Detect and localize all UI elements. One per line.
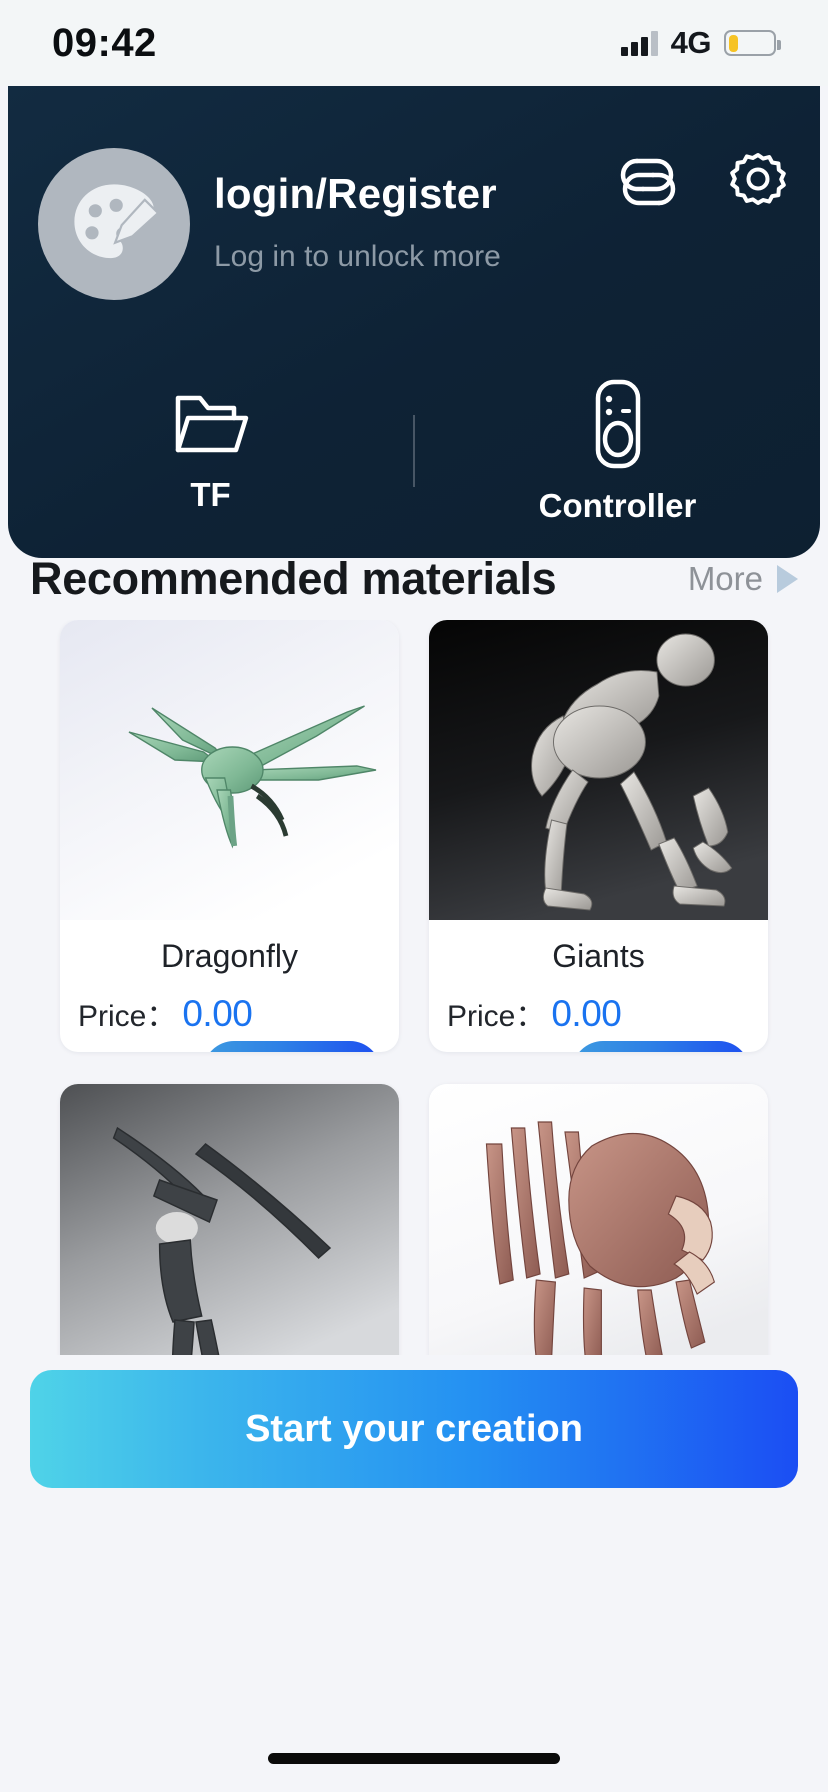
shortcut-controller[interactable]: Controller — [415, 377, 820, 525]
app-root: 09:42 4G login/Register Log in to unlock… — [0, 0, 828, 1792]
battery-low-icon — [724, 30, 781, 56]
palette-brush-icon — [74, 184, 160, 259]
product-card[interactable] — [429, 1084, 768, 1355]
start-creation-button[interactable]: Start your creation — [30, 1370, 798, 1488]
header-icon-group — [614, 148, 792, 216]
archer-skeleton-thumbnail — [60, 1084, 399, 1355]
price-label: Price： — [447, 1000, 546, 1033]
product-card[interactable]: Giants Price： 0.00 Sales:16 Buy — [429, 620, 768, 1052]
status-bar: 09:42 4G — [0, 0, 828, 86]
sales-row: Sales:16 Buy — [447, 1041, 750, 1052]
profile-header-card: login/Register Log in to unlock more TF … — [8, 86, 820, 558]
price-value: 0.00 — [551, 993, 622, 1034]
avatar[interactable] — [38, 148, 190, 300]
price-label: Price： — [78, 1000, 177, 1033]
network-type-label: 4G — [670, 25, 712, 60]
product-meta: Price： 0.00 Sales:18 Buy — [60, 991, 399, 1052]
triceratops-wood-puzzle-thumbnail — [429, 1084, 768, 1355]
price-row: Price： 0.00 — [447, 991, 750, 1035]
chain-link-icon[interactable] — [614, 148, 682, 216]
sales-row: Sales:18 Buy — [78, 1041, 381, 1052]
shortcut-tf[interactable]: TF — [8, 388, 413, 514]
login-register-title[interactable]: login/Register — [214, 170, 501, 218]
profile-row: login/Register Log in to unlock more — [34, 144, 792, 304]
remote-controller-icon — [595, 379, 640, 469]
more-label: More — [687, 560, 763, 597]
price-value: 0.00 — [182, 993, 253, 1034]
product-grid: Dragonfly Price： 0.00 Sales:18 Buy — [0, 620, 828, 1355]
header-shortcuts: TF Controller — [8, 379, 820, 524]
status-indicators: 4G — [620, 25, 781, 61]
product-name: Dragonfly — [161, 938, 298, 974]
login-subtitle: Log in to unlock more — [214, 240, 501, 273]
shortcut-controller-label: Controller — [538, 487, 697, 524]
signal-bars-icon — [620, 30, 658, 56]
buy-button[interactable]: Buy — [572, 1041, 750, 1052]
more-button[interactable]: More — [688, 560, 798, 598]
dragonfly-3d-puzzle-thumbnail — [60, 620, 399, 920]
ape-skeleton-thumbnail — [429, 620, 768, 920]
section-header: Recommended materials More — [0, 543, 828, 615]
shortcut-tf-label: TF — [190, 476, 231, 513]
product-card[interactable]: Dragonfly Price： 0.00 Sales:18 Buy — [60, 620, 399, 1052]
user-text-block: login/Register Log in to unlock more — [214, 170, 501, 274]
buy-button[interactable]: Buy — [203, 1041, 381, 1052]
product-meta: Price： 0.00 Sales:16 Buy — [429, 991, 768, 1052]
play-triangle-icon — [777, 565, 798, 593]
page-title: Recommended materials — [30, 553, 557, 604]
price-row: Price： 0.00 — [78, 991, 381, 1035]
product-name: Giants — [552, 938, 645, 974]
folder-open-icon — [175, 395, 248, 453]
gear-icon[interactable] — [724, 148, 792, 216]
home-indicator[interactable] — [268, 1753, 560, 1764]
product-card[interactable] — [60, 1084, 399, 1355]
shortcut-divider — [413, 415, 415, 487]
status-time: 09:42 — [52, 20, 157, 65]
